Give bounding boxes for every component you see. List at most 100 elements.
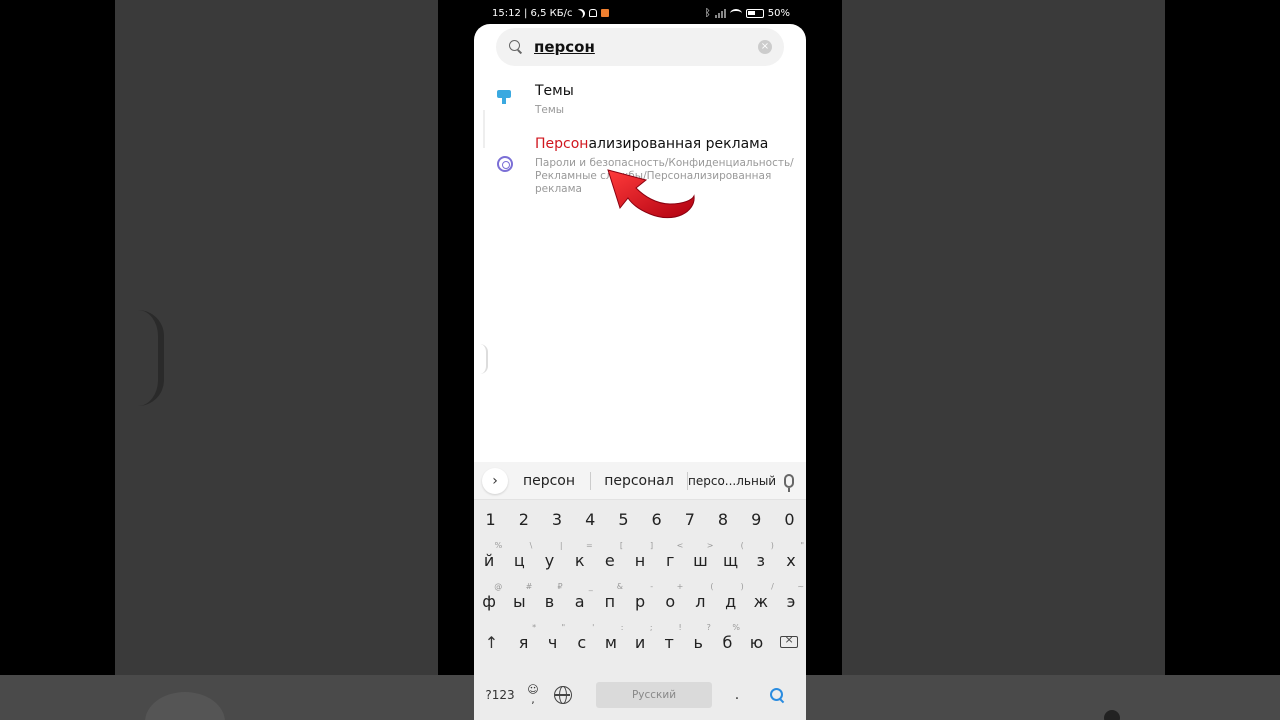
key-alt: # xyxy=(525,582,533,591)
key[interactable]: -р xyxy=(625,582,655,611)
key[interactable]: % б xyxy=(713,623,742,652)
key-label: ю xyxy=(749,633,764,652)
key-alt: - xyxy=(650,582,654,591)
wifi-icon xyxy=(729,8,742,18)
settings-search-screen: × Темы Темы Персонализированная реклама … xyxy=(474,24,806,720)
suggestion-2[interactable]: персонал xyxy=(591,473,687,489)
key-alt: ) xyxy=(770,541,774,550)
key-alt: % xyxy=(732,623,740,632)
key[interactable]: * я xyxy=(509,623,538,652)
key[interactable]: ] н xyxy=(625,541,655,570)
key[interactable]: ) з xyxy=(746,541,776,570)
key[interactable]: 1 xyxy=(474,510,507,529)
key[interactable]: [е xyxy=(595,541,625,570)
period-key[interactable]: . xyxy=(712,687,762,703)
key[interactable]: % й xyxy=(474,541,504,570)
result-path: Темы xyxy=(535,104,565,116)
key[interactable]: + о xyxy=(655,582,685,611)
key[interactable]: ' с xyxy=(567,623,596,652)
red-arrow-annotation xyxy=(607,169,695,219)
key[interactable]: ! т xyxy=(655,623,684,652)
key[interactable]: 7 xyxy=(673,510,706,529)
key[interactable]: / ж xyxy=(746,582,776,611)
video-frame: 15:12 | 6,5 КБ/с ᛒ 50% × xyxy=(0,0,1280,720)
key-label: ц xyxy=(513,551,525,570)
key-label: ш xyxy=(693,551,708,570)
key[interactable]: :м xyxy=(596,623,625,652)
key[interactable]: 4 xyxy=(574,510,607,529)
key[interactable]: < г xyxy=(655,541,685,570)
key-label: щ xyxy=(723,551,739,570)
key-alt: ' xyxy=(592,623,595,632)
space-key[interactable]: Русский xyxy=(596,682,712,708)
key-label: м xyxy=(604,633,617,652)
key-alt: " xyxy=(561,623,566,632)
key[interactable]: = к xyxy=(565,541,595,570)
suggestion-3[interactable]: персо...льный xyxy=(688,474,776,488)
key[interactable]: 8 xyxy=(706,510,739,529)
key-label: г xyxy=(666,551,675,570)
symbols-key[interactable]: ?123 xyxy=(474,688,526,702)
key[interactable]: ) д xyxy=(716,582,746,611)
key-label: ь xyxy=(693,633,703,652)
key[interactable]: 5 xyxy=(607,510,640,529)
key-label: я xyxy=(518,633,529,652)
key-alt: ( xyxy=(740,541,744,550)
key[interactable]: 9 xyxy=(740,510,773,529)
key-label: н xyxy=(634,551,646,570)
backspace-key[interactable] xyxy=(771,633,806,652)
key-alt: : xyxy=(620,623,624,632)
key[interactable]: 2 xyxy=(507,510,540,529)
result-title-rest: ализированная реклама xyxy=(588,136,769,152)
expand-suggestions-button[interactable]: › xyxy=(482,467,508,494)
keyboard-bottom-row: ?123 ☺, Русский . xyxy=(474,678,806,712)
key-alt: [ xyxy=(619,541,623,550)
shift-key[interactable]: ↑ xyxy=(474,633,509,652)
key-alt: @ xyxy=(494,582,503,591)
key[interactable]: _ а xyxy=(565,582,595,611)
key-label: у xyxy=(544,551,555,570)
key[interactable]: & п xyxy=(595,582,625,611)
key[interactable]: ₽ в xyxy=(534,582,564,611)
key-label: р xyxy=(634,592,646,611)
key-label: а xyxy=(574,592,585,611)
key[interactable]: \ ц xyxy=(504,541,534,570)
microphone-icon[interactable] xyxy=(784,473,794,492)
bluetooth-icon: ᛒ xyxy=(704,7,711,19)
on-screen-keyboard: › персон персонал персо...льный 1 2 3 4 … xyxy=(474,462,806,720)
phone-screen: 15:12 | 6,5 КБ/с ᛒ 50% × xyxy=(474,0,806,720)
result-item-themes[interactable]: Темы Темы xyxy=(474,24,806,124)
key-label: з xyxy=(756,551,766,570)
key-label: п xyxy=(604,592,616,611)
key[interactable]: (щ xyxy=(716,541,746,570)
key[interactable]: 6 xyxy=(640,510,673,529)
result-title-highlight: Персон xyxy=(535,136,589,152)
emoji-comma-key[interactable]: ☺, xyxy=(526,684,540,705)
key[interactable]: | у xyxy=(534,541,564,570)
globe-icon[interactable] xyxy=(554,686,572,704)
key[interactable]: > ш xyxy=(685,541,715,570)
battery-percent: 50% xyxy=(767,7,790,19)
result-title: Персонализированная реклама xyxy=(535,136,768,152)
scroll-arc xyxy=(480,344,488,374)
key[interactable]: @ ф xyxy=(474,582,504,611)
key[interactable]: (л xyxy=(685,582,715,611)
key[interactable]: ю xyxy=(742,633,771,652)
search-enter-icon[interactable] xyxy=(762,687,792,703)
suggestion-1[interactable]: персон xyxy=(508,473,590,489)
key[interactable]: 0 xyxy=(773,510,806,529)
key-alt: > xyxy=(706,541,714,550)
key[interactable]: ; и xyxy=(625,623,654,652)
letter-row-2: @ ф # ы ₽ в _ а & п -р + о (л ) д / ж ~ э xyxy=(474,582,806,611)
key-alt: ? xyxy=(706,623,711,632)
key[interactable]: 3 xyxy=(540,510,573,529)
letter-row-1: % й \ ц | у = к [е ] н < г > ш (щ ) з " х xyxy=(474,541,806,570)
key[interactable]: " ч xyxy=(538,623,567,652)
key[interactable]: ~ э xyxy=(776,582,806,611)
key[interactable]: ? ь xyxy=(684,623,713,652)
key-alt: % xyxy=(494,541,503,550)
key-label: с xyxy=(577,633,587,652)
key[interactable]: " х xyxy=(776,541,806,570)
key-label: ы xyxy=(512,592,526,611)
key[interactable]: # ы xyxy=(504,582,534,611)
